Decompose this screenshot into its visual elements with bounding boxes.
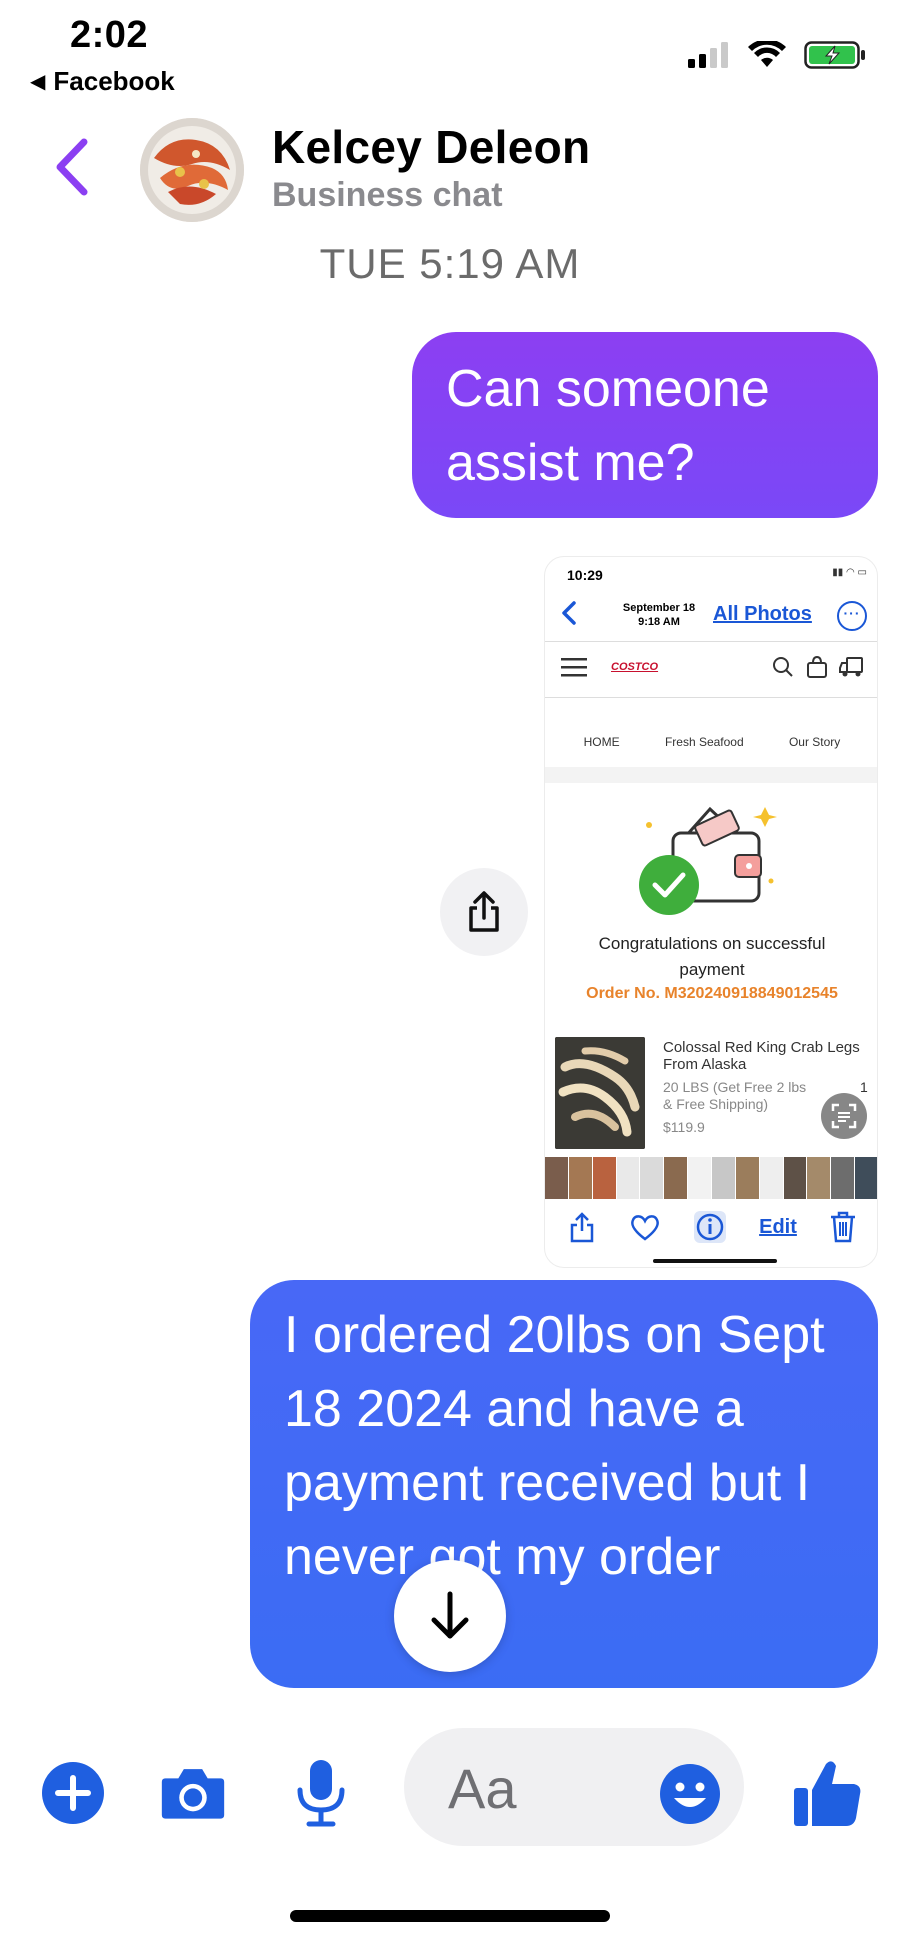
- camera-button[interactable]: [160, 1760, 226, 1826]
- plus-circle-icon: [42, 1762, 104, 1824]
- camera-icon: [161, 1769, 225, 1819]
- share-icon: [469, 891, 499, 932]
- divider: [545, 697, 877, 698]
- divider: [545, 641, 877, 642]
- screenshot-date-line2: 9:18 AM: [638, 616, 680, 628]
- screenshot-product-title: Colossal Red King Crab Legs From Alaska: [663, 1039, 860, 1073]
- screenshot-more-icon: ···: [837, 601, 867, 631]
- add-attachment-button[interactable]: [40, 1760, 106, 1826]
- screenshot-product-qty: 1: [860, 1079, 868, 1095]
- screenshot-time: 10:29: [567, 567, 603, 583]
- screenshot-search-icon: [773, 657, 793, 677]
- screenshot-trash-icon: [830, 1211, 855, 1243]
- screenshot-edit-label: Edit: [759, 1215, 797, 1238]
- screenshot-product-image: [555, 1037, 645, 1149]
- message-bubble-sent[interactable]: I ordered 20lbs on Sept 18 2024 and have…: [250, 1280, 878, 1688]
- avatar[interactable]: [140, 118, 244, 222]
- screenshot-date: September 18 9:18 AM: [609, 601, 709, 629]
- battery-charging-icon: [804, 41, 865, 69]
- crab-photo-icon: [140, 118, 244, 222]
- screenshot-truck-icon: [839, 657, 863, 677]
- message-timestamp: TUE 5:19 AM: [319, 240, 581, 287]
- screenshot-nav: HOME Fresh Seafood Our Story: [545, 735, 877, 749]
- screenshot-order-number: Order No. M320240918849012545: [586, 985, 838, 1002]
- contact-name[interactable]: Kelcey Deleon: [272, 120, 590, 174]
- screenshot-nav-item: Our Story: [788, 735, 841, 749]
- voice-message-button[interactable]: [288, 1760, 354, 1827]
- screenshot-header-icons: [771, 655, 865, 679]
- screenshot-all-photos: All Photos: [713, 603, 812, 625]
- screenshot-thumbnail-strip: [545, 1157, 877, 1199]
- screenshot-heart-icon: [631, 1215, 659, 1241]
- share-button[interactable]: [440, 868, 528, 956]
- message-bubble-sent[interactable]: Can someone assist me?: [412, 332, 878, 518]
- emoji-icon[interactable]: [658, 1762, 722, 1826]
- status-time: 2:02: [70, 14, 149, 56]
- screenshot-share-icon: [570, 1212, 594, 1243]
- screenshot-nav-item: HOME: [583, 735, 620, 749]
- cellular-signal-icon: [688, 42, 728, 68]
- screenshot-store-logo: COSTCO: [611, 661, 659, 673]
- wifi-icon: [748, 41, 786, 67]
- message-input-placeholder: Aa: [448, 1757, 517, 1820]
- scroll-to-bottom-button[interactable]: [394, 1560, 506, 1672]
- home-indicator: [290, 1910, 610, 1922]
- arrow-down-icon: [431, 1591, 469, 1639]
- live-text-scan-icon: [821, 1093, 867, 1139]
- screenshot-menu-icon: [561, 658, 587, 677]
- screenshot-status-icons: ▮▮ ◠ ▭: [832, 567, 867, 578]
- screenshot-product-desc: 20 LBS (Get Free 2 lbs & Free Shipping): [663, 1079, 807, 1112]
- screenshot-bag-icon: [807, 655, 827, 678]
- divider: [545, 767, 877, 783]
- crab-legs-icon: [555, 1037, 645, 1149]
- microphone-icon: [297, 1760, 345, 1827]
- back-app-label: Facebook: [53, 66, 175, 96]
- screenshot-success-line: payment: [679, 960, 745, 979]
- screenshot-product-price: $119.9: [663, 1119, 705, 1135]
- back-triangle-icon: ◀: [30, 71, 46, 93]
- screenshot-home-indicator: [653, 1259, 777, 1263]
- screenshot-date-line1: September 18: [622, 602, 696, 614]
- screenshot-success-line: Congratulations on successful: [598, 934, 826, 953]
- screenshot-info-icon: [694, 1211, 727, 1243]
- thumbs-up-icon[interactable]: [790, 1756, 864, 1830]
- screenshot-photo-toolbar: Edit: [545, 1203, 877, 1251]
- wallet-success-icon: [639, 806, 777, 915]
- status-icons: [686, 40, 866, 70]
- chevron-left-icon[interactable]: [48, 132, 98, 202]
- screenshot-back-icon: [562, 601, 576, 625]
- back-to-app-link[interactable]: ◀ Facebook: [30, 66, 175, 97]
- contact-subtitle: Business chat: [272, 176, 503, 214]
- shared-image-message[interactable]: 10:29 ▮▮ ◠ ▭ September 18 9:18 AM All Ph…: [544, 556, 878, 1268]
- screenshot-success-message: Congratulations on successful payment: [545, 931, 877, 983]
- screenshot-nav-item: Fresh Seafood: [664, 735, 744, 749]
